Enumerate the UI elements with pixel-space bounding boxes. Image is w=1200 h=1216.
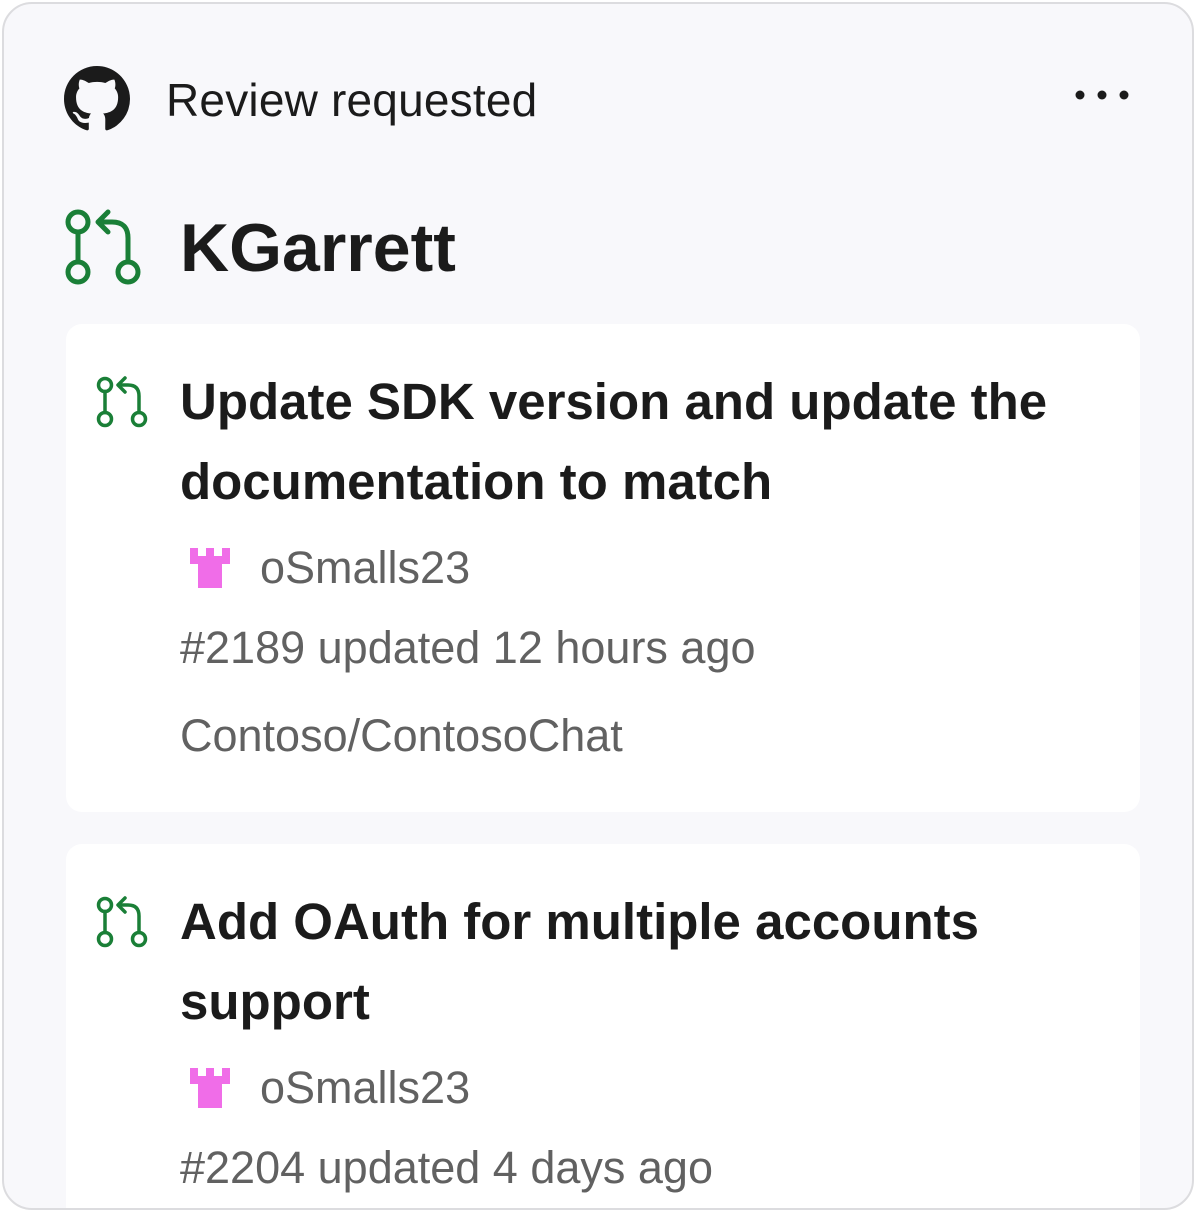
avatar — [190, 1068, 230, 1108]
author-name: oSmalls23 — [260, 1062, 471, 1113]
review-requested-widget: Review requested KGarrett Update SDK ver — [2, 2, 1194, 1210]
pull-request-icon — [96, 896, 148, 948]
pull-request-updated: #2189 updated 12 hours ago — [180, 622, 756, 673]
widget-title: Review requested — [166, 74, 538, 126]
pull-request-title[interactable]: Update SDK version and update the docume… — [180, 362, 1100, 522]
pull-request-card[interactable]: Add OAuth for multiple accounts support … — [66, 844, 1140, 1208]
author-name: oSmalls23 — [260, 542, 471, 593]
user-name: KGarrett — [180, 210, 456, 286]
pull-request-updated: #2204 updated 4 days ago — [180, 1142, 713, 1193]
avatar — [190, 548, 230, 588]
widget-header: Review requested — [64, 66, 1132, 136]
pull-request-card[interactable]: Update SDK version and update the docume… — [66, 324, 1140, 812]
repository-name: Contoso/ContosoChat — [180, 710, 623, 761]
pull-request-icon — [96, 376, 148, 428]
pull-request-icon — [65, 209, 141, 285]
github-icon — [64, 66, 130, 131]
more-icon[interactable] — [1072, 80, 1132, 110]
user-heading: KGarrett — [64, 204, 1132, 288]
pull-request-title[interactable]: Add OAuth for multiple accounts support — [180, 882, 1100, 1042]
